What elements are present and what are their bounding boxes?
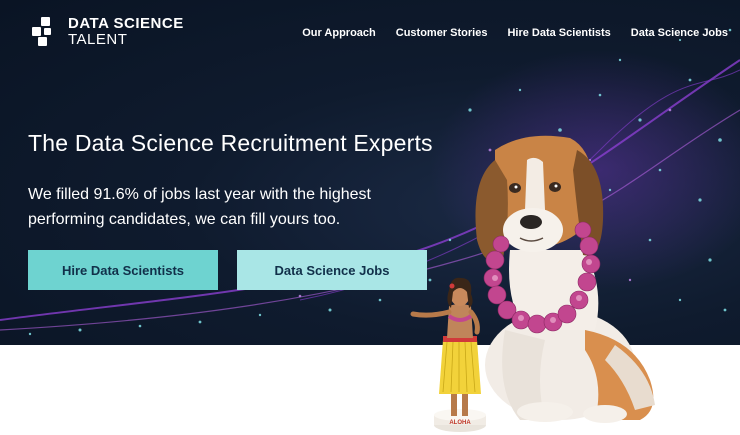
hero-headline: The Data Science Recruitment Experts xyxy=(28,130,433,156)
beagle-dog-image xyxy=(475,135,655,423)
nav-item-hire-data-scientists[interactable]: Hire Data Scientists xyxy=(507,27,610,39)
brand-name-line1: DATA SCIENCE xyxy=(68,15,184,32)
hula-figurine-image: ALOHA xyxy=(410,277,486,432)
nav-item-data-science-jobs[interactable]: Data Science Jobs xyxy=(631,27,728,39)
aloha-base-label: ALOHA xyxy=(449,420,471,426)
nav-item-customer-stories[interactable]: Customer Stories xyxy=(396,27,488,39)
brand-name-line2: TALENT xyxy=(68,31,128,48)
brand-name: DATA SCIENCE TALENT xyxy=(68,16,184,48)
hero-subhead: We filled 91.6% of jobs last year with t… xyxy=(28,186,371,228)
nav-item-our-approach[interactable]: Our Approach xyxy=(302,27,376,39)
data-science-jobs-button[interactable]: Data Science Jobs xyxy=(237,250,427,290)
logo-mark-icon xyxy=(32,17,58,47)
main-nav: Our Approach Customer Stories Hire Data … xyxy=(282,27,728,39)
hire-data-scientists-button[interactable]: Hire Data Scientists xyxy=(28,250,218,290)
brand-logo[interactable]: DATA SCIENCE TALENT xyxy=(32,16,184,48)
